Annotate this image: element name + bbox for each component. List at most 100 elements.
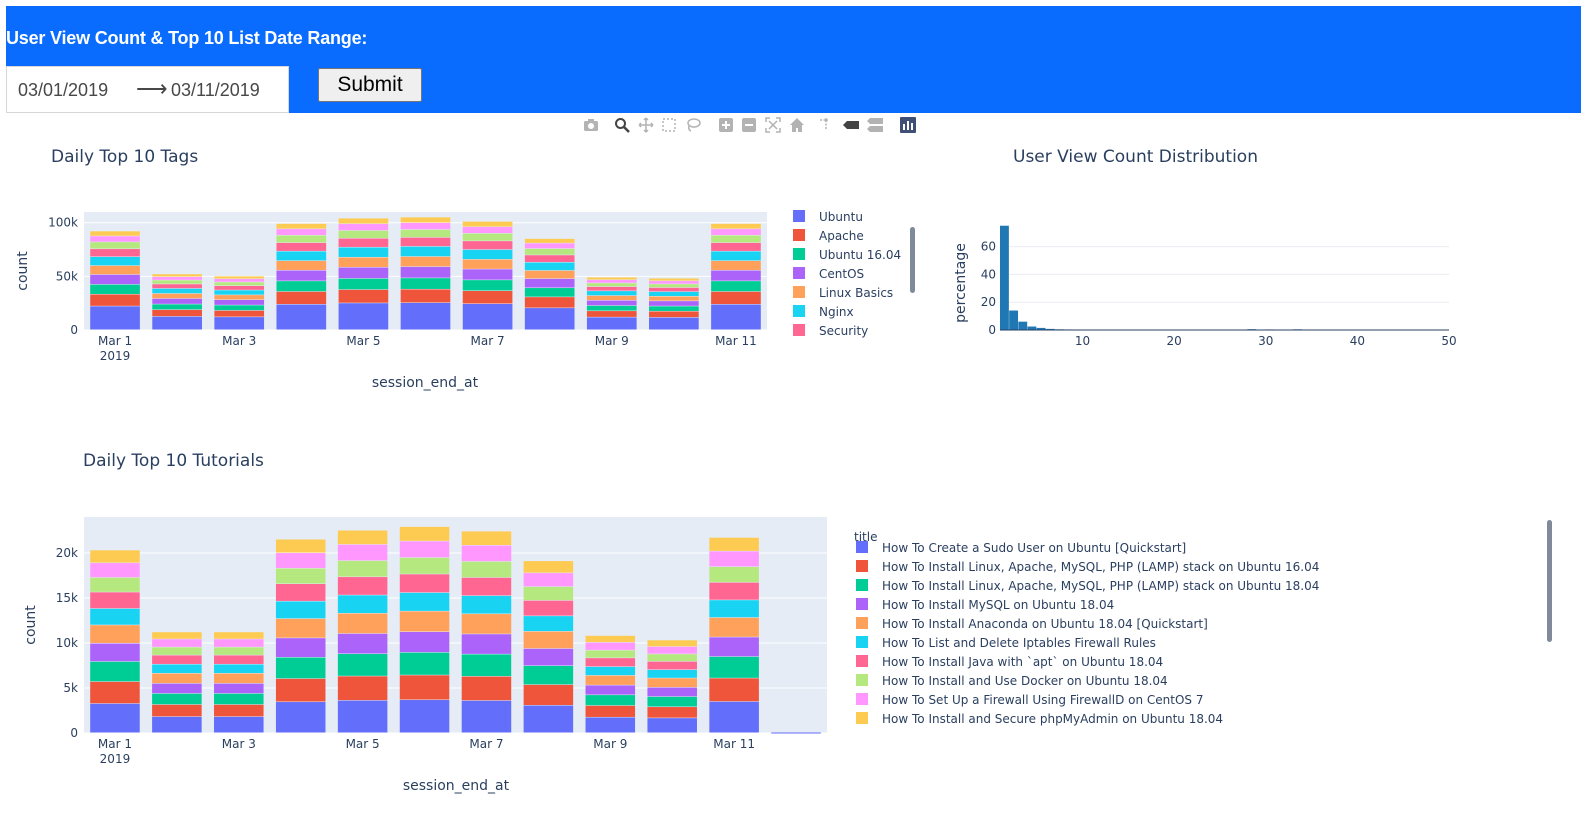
bar-segment	[523, 586, 574, 601]
bar-segment	[152, 693, 202, 705]
tutorials-legend-scrollbar[interactable]	[1547, 520, 1552, 642]
bar-segment	[90, 608, 140, 625]
bar-segment	[152, 639, 202, 647]
bar-segment	[399, 541, 450, 558]
x-axis-title: session_end_at	[372, 375, 479, 391]
bar-segment	[214, 716, 264, 733]
bar-segment	[649, 284, 699, 288]
bar-segment	[461, 654, 512, 677]
x-tick-label: Mar 7	[471, 334, 505, 348]
zoom-in-icon[interactable]	[717, 117, 735, 135]
bar-segment	[711, 235, 761, 243]
hover-closest-icon[interactable]	[842, 117, 860, 135]
x-tick-label: 40	[1350, 334, 1365, 348]
bar-segment	[337, 700, 388, 733]
bar-segment	[399, 526, 450, 541]
bar-segment	[214, 317, 265, 330]
bar-segment	[524, 248, 575, 255]
bar-segment	[90, 231, 140, 236]
date-range-heading: User View Count & Top 10 List Date Range…	[6, 28, 368, 48]
y-axis-title: count	[23, 605, 39, 645]
bar-segment	[276, 304, 327, 330]
bar-segment	[152, 277, 202, 280]
distribution-chart[interactable]: 0 20 40 60 10 20 30 40 50 percentage	[940, 170, 1460, 370]
box-select-icon[interactable]	[660, 117, 678, 135]
bar-segment	[337, 577, 388, 595]
y-tick-label: 15k	[56, 591, 78, 605]
bar-segment	[400, 217, 451, 223]
reset-axes-icon[interactable]	[788, 117, 806, 135]
legend: Ubuntu Apache Ubuntu 16.04 CentOS Linux Basi…	[793, 210, 901, 338]
bar-segment	[214, 693, 264, 705]
bar-segment	[461, 614, 512, 634]
pan-icon[interactable]	[637, 117, 655, 135]
bar-segment	[709, 600, 759, 618]
bar-segment	[275, 568, 326, 584]
tags-chart[interactable]: 0 50k 100k Mar 12019 Mar 3 Mar 5 Mar 7 Mar 9 Mar…	[0, 170, 930, 400]
x-tick-label: Mar 9	[593, 737, 627, 751]
hover-compare-icon[interactable]	[866, 117, 884, 135]
bar-segment	[524, 255, 575, 263]
bar-segment	[649, 296, 699, 301]
bar-segment	[90, 643, 140, 662]
bar-segment	[586, 295, 637, 301]
bar-segment	[275, 553, 326, 569]
bar-segment	[523, 573, 574, 587]
lasso-select-icon[interactable]	[684, 117, 702, 135]
bar-segment	[214, 295, 265, 300]
bar-segment	[152, 288, 202, 294]
zoom-icon[interactable]	[613, 117, 631, 135]
legend-swatch	[856, 598, 868, 610]
bar-segment	[152, 704, 202, 717]
autoscale-icon[interactable]	[764, 117, 782, 135]
bar-segment	[709, 617, 759, 637]
bar-segment	[647, 646, 697, 654]
date-range-picker[interactable]: 03/01/2019 ⟶ 03/11/2019	[6, 66, 289, 113]
bar-segment	[214, 647, 264, 655]
bar-segment	[400, 278, 451, 289]
zoom-out-icon[interactable]	[740, 117, 758, 135]
tutorials-chart[interactable]: 0 5k 10k 15k 20k Mar 12019 Mar 3 Mar 5 Mar 7 Mar …	[0, 505, 1540, 805]
legend-item: Ubuntu 16.04	[819, 248, 901, 262]
bar-segment	[649, 301, 699, 306]
tags-legend-scrollbar[interactable]	[910, 227, 915, 293]
bar-segment	[523, 684, 574, 705]
bar-segment	[400, 237, 451, 247]
legend-swatch	[856, 712, 868, 724]
bar-segment	[461, 676, 512, 701]
spike-lines-icon[interactable]	[817, 117, 835, 135]
bar-segment	[214, 276, 265, 279]
x-tick-label: 20	[1166, 334, 1181, 348]
bar-segment	[709, 566, 759, 583]
bar-segment	[647, 640, 697, 647]
histogram-bar	[1027, 326, 1037, 330]
bar-segment	[90, 681, 140, 704]
bar-segment	[461, 545, 512, 562]
bar-segment	[462, 280, 513, 291]
bar-segment	[647, 678, 697, 688]
bar-segment	[461, 531, 512, 546]
submit-button[interactable]: Submit	[318, 68, 422, 102]
bar-segment	[337, 676, 388, 701]
bar-segment	[90, 577, 140, 592]
bar-segment	[462, 269, 513, 280]
bar-segment	[90, 306, 140, 330]
legend: titleHow To Create a Sudo User on Ubuntu…	[854, 530, 1319, 726]
bar-segment	[214, 673, 264, 684]
bar-segment	[524, 278, 575, 288]
bar-segment	[709, 656, 759, 678]
plotly-logo-icon[interactable]	[899, 117, 917, 135]
bar-segment	[338, 238, 389, 247]
end-date-input[interactable]: 03/11/2019	[171, 80, 260, 101]
bar-segment	[524, 288, 575, 297]
legend-item: CentOS	[819, 267, 864, 281]
bar-segment	[399, 652, 450, 675]
camera-icon[interactable]	[582, 117, 600, 135]
start-date-input[interactable]: 03/01/2019	[18, 80, 108, 101]
bar-segment	[647, 696, 697, 707]
bar-segment	[711, 281, 761, 292]
bar-segment	[711, 260, 761, 271]
bar-segment	[90, 625, 140, 643]
bar-segment	[152, 274, 202, 277]
bar-segment	[461, 595, 512, 614]
